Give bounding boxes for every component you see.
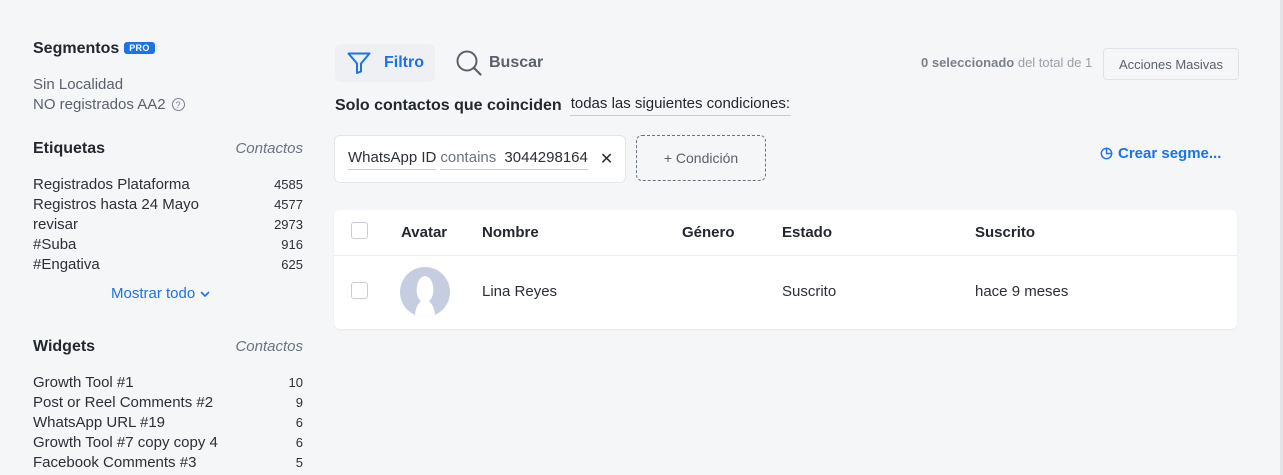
create-segment-button[interactable]: Crear segme... bbox=[1100, 145, 1221, 162]
create-segment-label: Crear segme... bbox=[1118, 145, 1222, 162]
avatar bbox=[400, 267, 450, 317]
cell-subscribed: hace 9 meses bbox=[975, 283, 1069, 300]
filter-button[interactable]: Filtro bbox=[335, 44, 435, 82]
condition-value: 3044298164 bbox=[504, 148, 588, 166]
tag-item[interactable]: revisar 2973 bbox=[33, 214, 303, 234]
help-icon[interactable]: ? bbox=[171, 98, 185, 111]
tag-count: 2973 bbox=[274, 216, 303, 232]
table-row[interactable]: Lina Reyes Suscrito hace 9 meses bbox=[334, 256, 1237, 329]
selection-info: 0 seleccionado del total de 1 bbox=[921, 55, 1092, 70]
tags-count-header: Contactos bbox=[235, 140, 303, 157]
widget-label: Post or Reel Comments #2 bbox=[33, 393, 214, 411]
widget-item[interactable]: WhatsApp URL #19 6 bbox=[33, 412, 303, 432]
segment-item-label: Sin Localidad bbox=[33, 76, 124, 93]
widget-count: 9 bbox=[295, 394, 303, 410]
tag-item[interactable]: Registrados Plataforma 4585 bbox=[33, 174, 303, 194]
header-subscribed[interactable]: Suscrito bbox=[975, 224, 1035, 241]
cell-name[interactable]: Lina Reyes bbox=[482, 283, 557, 300]
widget-count: 6 bbox=[295, 414, 303, 430]
condition-operator: contains bbox=[440, 148, 497, 166]
widget-count: 10 bbox=[288, 374, 303, 390]
header-status[interactable]: Estado bbox=[782, 224, 832, 241]
tag-count: 4585 bbox=[274, 176, 303, 192]
tag-label: Registros hasta 24 Mayo bbox=[33, 195, 199, 213]
tags-title: Etiquetas bbox=[33, 140, 106, 157]
search-icon bbox=[456, 50, 482, 76]
total-count: del total de 1 bbox=[1017, 55, 1093, 70]
widget-label: Growth Tool #7 copy copy 4 bbox=[33, 433, 218, 451]
show-all-label: Mostrar todo bbox=[111, 285, 196, 302]
show-all-link[interactable]: Mostrar todo bbox=[111, 285, 211, 302]
tag-count: 916 bbox=[281, 236, 303, 252]
header-gender[interactable]: Género bbox=[682, 224, 735, 241]
widget-item[interactable]: Growth Tool #7 copy copy 4 6 bbox=[33, 432, 303, 452]
person-placeholder-icon bbox=[415, 276, 435, 317]
widget-count: 6 bbox=[295, 434, 303, 450]
condition-chip[interactable]: WhatsApp ID contains 3044298164 ✕ bbox=[334, 135, 626, 183]
header-name[interactable]: Nombre bbox=[482, 224, 539, 241]
tag-label: #Suba bbox=[33, 235, 77, 253]
add-condition-button[interactable]: + Condición bbox=[636, 135, 766, 181]
filter-label: Filtro bbox=[384, 54, 424, 71]
segment-item-no-registrados[interactable]: NO registrados AA2 ? bbox=[33, 96, 185, 113]
widgets-title: Widgets bbox=[33, 338, 96, 355]
tag-label: Registrados Plataforma bbox=[33, 175, 190, 193]
segments-title: Segmentos bbox=[33, 40, 120, 57]
table-header: Avatar Nombre Género Estado Suscrito bbox=[334, 210, 1237, 256]
widget-item[interactable]: Post or Reel Comments #2 9 bbox=[33, 392, 303, 412]
match-mode-dropdown[interactable]: todas las siguientes condiciones: bbox=[569, 95, 792, 116]
tag-item[interactable]: #Engativa 625 bbox=[33, 254, 303, 274]
tag-item[interactable]: Registros hasta 24 Mayo 4577 bbox=[33, 194, 303, 214]
close-icon[interactable]: ✕ bbox=[600, 149, 613, 169]
widget-label: WhatsApp URL #19 bbox=[33, 413, 166, 431]
condition-field[interactable]: WhatsApp ID bbox=[348, 149, 437, 170]
tag-count: 625 bbox=[281, 256, 303, 272]
select-all-checkbox[interactable] bbox=[351, 222, 368, 239]
pro-badge: PRO bbox=[124, 42, 155, 54]
tag-label: #Engativa bbox=[33, 255, 100, 273]
condition-expression[interactable]: contains 3044298164 bbox=[440, 148, 588, 170]
condition-sentence: Solo contactos que coinciden todas las s… bbox=[335, 95, 792, 116]
widgets-count-header: Contactos bbox=[235, 338, 303, 355]
contacts-table: Avatar Nombre Género Estado Suscrito Lin… bbox=[334, 210, 1237, 329]
bulk-actions-button[interactable]: Acciones Masivas bbox=[1103, 48, 1239, 80]
segment-item-sin-localidad[interactable]: Sin Localidad bbox=[33, 76, 123, 93]
tag-item[interactable]: #Suba 916 bbox=[33, 234, 303, 254]
segments-heading: Segmentos PRO bbox=[33, 40, 155, 58]
widget-label: Facebook Comments #3 bbox=[33, 453, 197, 471]
cell-status: Suscrito bbox=[782, 283, 837, 300]
widget-label: Growth Tool #1 bbox=[33, 373, 134, 391]
selected-count: 0 seleccionado bbox=[921, 55, 1015, 70]
condition-prefix: Solo contactos que coinciden bbox=[335, 96, 562, 114]
widget-item[interactable]: Facebook Comments #3 5 bbox=[33, 452, 303, 472]
tag-label: revisar bbox=[33, 215, 79, 233]
widget-count: 5 bbox=[295, 454, 303, 470]
pie-chart-icon bbox=[1100, 147, 1113, 160]
widget-item[interactable]: Growth Tool #1 10 bbox=[33, 372, 303, 392]
header-avatar: Avatar bbox=[401, 224, 448, 241]
tag-count: 4577 bbox=[274, 196, 303, 212]
segment-item-label: NO registrados AA2 bbox=[33, 96, 166, 113]
chevron-down-icon bbox=[200, 291, 210, 297]
search-button[interactable]: Buscar bbox=[455, 44, 543, 82]
search-label: Buscar bbox=[489, 54, 544, 71]
row-checkbox[interactable] bbox=[351, 282, 368, 299]
filter-icon bbox=[347, 52, 371, 74]
